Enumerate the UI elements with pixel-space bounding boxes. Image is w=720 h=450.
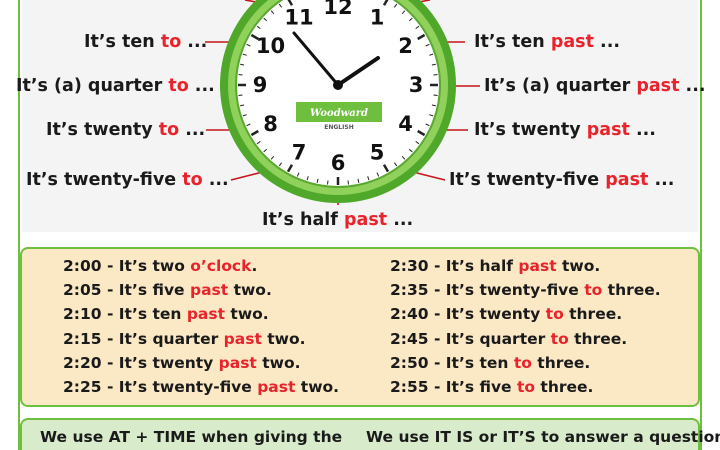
clock-numeral: 7 [292, 141, 307, 165]
time-example-row: 2:50 - It’s ten to three. [390, 353, 591, 372]
label-half-past: It’s half past ... [262, 210, 414, 230]
clock-numeral: 8 [263, 112, 278, 136]
label-twenty-to: It’s twenty to ... [46, 120, 206, 140]
clock-tick [327, 180, 329, 185]
clock-tick [347, 180, 349, 185]
time-example-row: 2:15 - It’s quarter past two. [63, 329, 306, 348]
label-quarter-past: It’s (a) quarter past ... [484, 76, 706, 96]
time-example-row: 2:00 - It’s two o’clock. [63, 257, 258, 275]
label-ten-to: It’s ten to ... [84, 32, 208, 52]
clock-tick [238, 94, 243, 96]
clock-numeral: 2 [398, 34, 413, 58]
time-example-row: 2:10 - It’s ten past two. [63, 305, 269, 324]
clock-tick [433, 74, 438, 76]
clock-tick [433, 94, 438, 96]
time-example-row: 2:30 - It’s half past two. [390, 257, 601, 275]
clock-numeral: 12 [323, 0, 352, 19]
time-example-row: 2:20 - It’s twenty past two. [63, 353, 301, 372]
logo-subtext: ENGLISH [324, 124, 353, 131]
clock-numeral: 1 [370, 6, 385, 30]
time-example-row: 2:05 - It’s five past two. [63, 281, 272, 300]
clock-numeral: 4 [398, 112, 413, 136]
clock-numeral: 11 [284, 6, 313, 30]
logo-text: Woodward [310, 108, 368, 119]
clock-numeral: 6 [331, 151, 346, 175]
label-twenty-past: It’s twenty past ... [474, 120, 656, 140]
usage-note-at-time: We use AT + TIME when giving the [40, 428, 343, 446]
clock-numeral: 10 [256, 34, 285, 58]
clock-numeral: 5 [370, 141, 385, 165]
label-quarter-to: It’s (a) quarter to ... [16, 76, 215, 96]
time-example-row: 2:40 - It’s twenty to three. [390, 305, 623, 324]
clock-numeral: 9 [253, 73, 268, 97]
label-ten-past: It’s ten past ... [474, 32, 620, 52]
clock-center [333, 80, 343, 90]
time-example-row: 2:55 - It’s five to three. [390, 378, 594, 396]
time-example-row: 2:45 - It’s quarter to three. [390, 329, 628, 348]
label-twentyfive-to: It’s twenty-five to ... [26, 170, 229, 190]
time-example-row: 2:35 - It’s twenty-five to three. [390, 281, 661, 300]
clock-tick [238, 74, 243, 76]
usage-note-it-is: We use IT IS or IT’S to answer a questio… [366, 428, 720, 446]
label-twentyfive-past: It’s twenty-five past ... [449, 170, 675, 190]
clock-numeral: 3 [409, 73, 424, 97]
time-example-row: 2:25 - It’s twenty-five past two. [63, 378, 340, 396]
